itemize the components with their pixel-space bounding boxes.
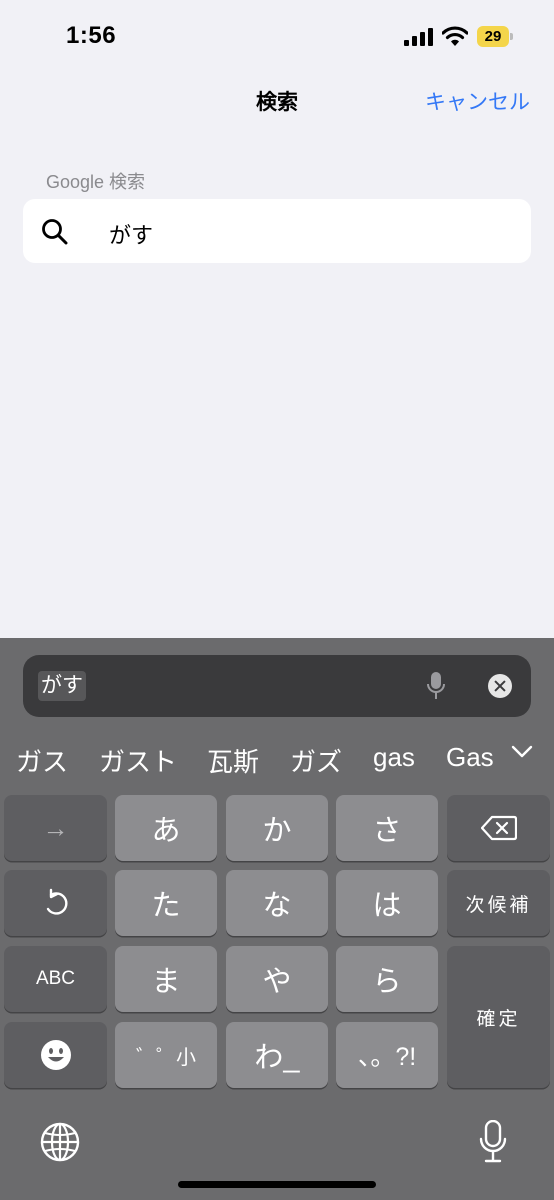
expand-candidates-button[interactable] bbox=[508, 738, 536, 766]
abc-key[interactable]: ABC bbox=[4, 946, 107, 1012]
candidate-bar: ガス ガスト 瓦斯 ガズ gas Gas bbox=[0, 734, 554, 786]
undo-key[interactable] bbox=[4, 870, 107, 936]
candidate-item[interactable]: Gas bbox=[446, 742, 494, 773]
next-candidate-key[interactable]: 次候補 bbox=[447, 870, 550, 936]
marked-text: がす bbox=[38, 671, 86, 701]
japanese-keyboard: がす ガス ガスト 瓦斯 ガズ gas Gas → あ か さ た な は 次候… bbox=[0, 638, 554, 1200]
dakuten-key[interactable]: ゛゜小 bbox=[115, 1022, 217, 1088]
delete-key[interactable] bbox=[447, 795, 550, 861]
search-query-text: がす bbox=[109, 223, 154, 248]
key-ra[interactable]: ら bbox=[336, 946, 438, 1012]
status-bar: 1:56 29 bbox=[0, 0, 554, 72]
cancel-button[interactable]: キャンセル bbox=[425, 86, 530, 116]
key-sa[interactable]: さ bbox=[336, 795, 438, 861]
microphone-icon[interactable] bbox=[478, 1120, 508, 1164]
key-ya[interactable]: や bbox=[226, 946, 328, 1012]
keyboard-input-field[interactable]: がす bbox=[23, 655, 531, 717]
section-label: Google 検索 bbox=[46, 172, 146, 192]
candidate-item[interactable]: ガズ bbox=[290, 742, 342, 779]
clear-text-icon[interactable] bbox=[488, 674, 512, 698]
key-ta[interactable]: た bbox=[115, 870, 217, 936]
key-wa[interactable]: わ_ bbox=[226, 1022, 328, 1088]
emoji-icon bbox=[40, 1040, 71, 1070]
battery-icon: 29 bbox=[477, 26, 513, 47]
key-na[interactable]: な bbox=[226, 870, 328, 936]
dictation-mic-icon[interactable] bbox=[426, 671, 446, 701]
key-a[interactable]: あ bbox=[115, 795, 217, 861]
status-time: 1:56 bbox=[66, 22, 117, 49]
punctuation-key[interactable]: 、。?! bbox=[336, 1022, 438, 1088]
battery-level: 29 bbox=[477, 26, 509, 47]
delete-icon bbox=[480, 815, 517, 841]
search-icon bbox=[42, 219, 68, 245]
arrow-key[interactable]: → bbox=[4, 795, 107, 861]
chevron-down-icon bbox=[511, 745, 533, 758]
wifi-icon bbox=[442, 26, 468, 46]
key-ha[interactable]: は bbox=[336, 870, 438, 936]
key-ka[interactable]: か bbox=[226, 795, 328, 861]
cellular-signal-icon bbox=[404, 28, 434, 46]
confirm-key[interactable]: 確定 bbox=[447, 946, 550, 1088]
home-indicator bbox=[178, 1181, 376, 1188]
candidate-item[interactable]: 瓦斯 bbox=[207, 742, 259, 779]
search-field[interactable]: がす bbox=[23, 199, 531, 263]
candidate-item[interactable]: gas bbox=[373, 742, 415, 773]
candidate-item[interactable]: ガスト bbox=[99, 742, 177, 779]
undo-icon bbox=[46, 888, 68, 915]
globe-icon[interactable] bbox=[40, 1122, 80, 1162]
candidate-item[interactable]: ガス bbox=[16, 742, 68, 779]
emoji-key[interactable] bbox=[4, 1022, 107, 1088]
key-ma[interactable]: ま bbox=[115, 946, 217, 1012]
